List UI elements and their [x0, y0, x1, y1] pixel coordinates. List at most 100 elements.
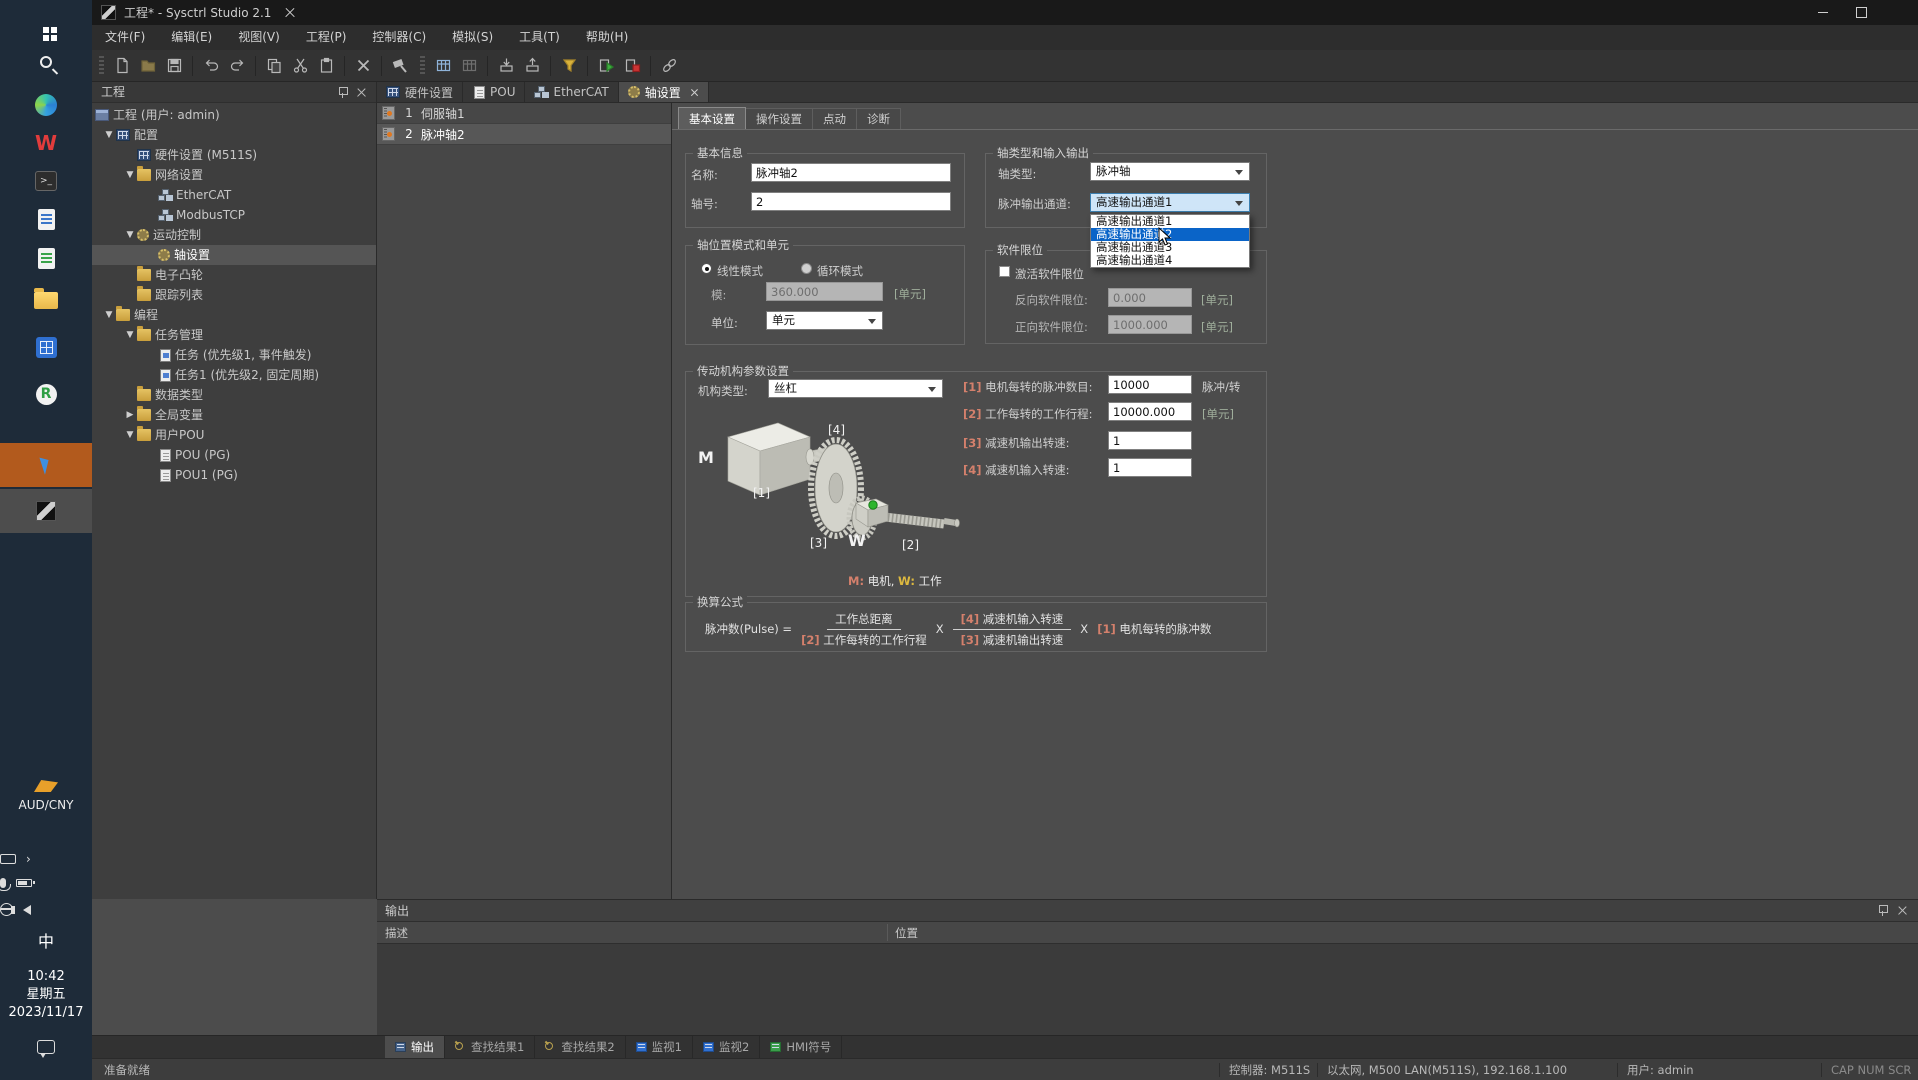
close-icon[interactable]: [1897, 905, 1908, 916]
taskbar-clock[interactable]: 10:42 星期五 2023/11/17: [0, 968, 92, 1022]
menu-item[interactable]: 编辑(E): [158, 25, 225, 50]
column-position[interactable]: 位置: [895, 922, 918, 944]
ime-indicator[interactable]: 中: [0, 928, 92, 952]
menu-item[interactable]: 模拟(S): [439, 25, 506, 50]
tree-item-任务管理[interactable]: ▼ 任务管理: [92, 325, 376, 345]
dock-tab-监视1[interactable]: 监视1: [626, 1036, 693, 1058]
tree-item-运动控制[interactable]: ▼ 运动控制: [92, 225, 376, 245]
menu-item[interactable]: 工具(T): [506, 25, 573, 50]
axis-list-item-脉冲轴2[interactable]: 2 脉冲轴2: [377, 124, 671, 145]
link-button[interactable]: [656, 53, 682, 79]
tree-item-POU[interactable]: POU (PG): [92, 445, 376, 465]
mic-battery-tray[interactable]: [0, 878, 92, 891]
tree-item-数据类型[interactable]: 数据类型: [92, 385, 376, 405]
pointer-app-icon[interactable]: [0, 443, 92, 487]
tree-item-跟踪列表[interactable]: 跟踪列表: [92, 285, 376, 305]
delete-button[interactable]: [350, 53, 376, 79]
search-icon[interactable]: [0, 40, 92, 84]
param-input[interactable]: [1108, 375, 1192, 394]
tree-item-POU1[interactable]: POU1 (PG): [92, 465, 376, 485]
axis-list-item-伺服轴1[interactable]: 1 伺服轴1: [377, 103, 671, 124]
param-input[interactable]: [1108, 431, 1192, 450]
doc-tab-轴设置[interactable]: 轴设置: [618, 82, 709, 102]
linear-mode-radio[interactable]: [701, 263, 712, 274]
settings-tab-基本设置[interactable]: 基本设置: [678, 107, 746, 130]
new-file-button[interactable]: [109, 53, 135, 79]
notes-app-icon[interactable]: [0, 197, 92, 241]
tree-item-任务1[interactable]: 任务1 (优先级2, 固定周期): [92, 365, 376, 385]
sysctrl-app-icon[interactable]: [0, 489, 92, 533]
tree-item-任务[interactable]: 任务 (优先级1, 事件触发): [92, 345, 376, 365]
maximize-button[interactable]: [1842, 0, 1880, 25]
tree-item-编程[interactable]: ▼ 编程: [92, 305, 376, 325]
tree-item-网络设置[interactable]: ▼ 网络设置: [92, 165, 376, 185]
name-input[interactable]: [751, 163, 951, 182]
minimize-button[interactable]: [1804, 0, 1842, 25]
copy-button[interactable]: [261, 53, 287, 79]
expander-icon[interactable]: ▼: [102, 125, 116, 145]
upload-plc-button[interactable]: [519, 53, 545, 79]
dock-tab-输出[interactable]: 输出: [385, 1036, 445, 1058]
settings-tab-点动[interactable]: 点动: [813, 108, 857, 130]
run-button[interactable]: [593, 53, 619, 79]
tree-item-工程[interactable]: 工程 (用户: admin): [92, 105, 376, 125]
tree-item-用户POU[interactable]: ▼ 用户POU: [92, 425, 376, 445]
open-folder-button[interactable]: [135, 53, 161, 79]
menu-item[interactable]: 控制器(C): [359, 25, 439, 50]
network-volume-tray[interactable]: [0, 903, 92, 916]
dropdown-option[interactable]: 高速输出通道4: [1091, 254, 1249, 267]
redo-button[interactable]: [224, 53, 250, 79]
close-icon[interactable]: [356, 87, 367, 98]
doc-tab-EtherCAT[interactable]: EtherCAT: [525, 82, 619, 102]
pin-icon[interactable]: [1877, 905, 1888, 916]
tree-item-硬件设置[interactable]: 硬件设置 (M511S): [92, 145, 376, 165]
build-button[interactable]: [387, 53, 413, 79]
tree-item-ModbusTCP[interactable]: ModbusTCP: [92, 205, 376, 225]
expander-icon[interactable]: ▼: [102, 305, 116, 325]
dock-tab-查找结果2[interactable]: 查找结果2: [535, 1036, 626, 1058]
filter-button[interactable]: [556, 53, 582, 79]
dock-tab-HMI符号[interactable]: HMI符号: [760, 1036, 843, 1058]
param-input[interactable]: [1108, 402, 1192, 421]
mechanism-combo[interactable]: 丝杠: [768, 379, 943, 398]
cyclic-mode-radio[interactable]: [801, 263, 812, 274]
download-plc-button[interactable]: [493, 53, 519, 79]
expander-icon[interactable]: ▼: [123, 425, 137, 445]
currency-widget[interactable]: AUD/CNY: [0, 780, 92, 812]
hw-table2-button[interactable]: [456, 53, 482, 79]
expander-icon[interactable]: ▶: [123, 405, 137, 425]
menu-item[interactable]: 帮助(H): [573, 25, 641, 50]
calculator-app-icon[interactable]: [0, 325, 92, 369]
doc-tab-硬件设置[interactable]: 硬件设置: [377, 82, 464, 102]
r-app-icon[interactable]: R: [0, 372, 92, 416]
menu-item[interactable]: 工程(P): [293, 25, 360, 50]
menu-item[interactable]: 文件(F): [92, 25, 158, 50]
close-button[interactable]: [271, 0, 309, 25]
param-input[interactable]: [1108, 458, 1192, 477]
notification-center[interactable]: [0, 1040, 92, 1058]
column-description[interactable]: 描述: [377, 926, 408, 940]
tree-item-EtherCAT[interactable]: EtherCAT: [92, 185, 376, 205]
expander-icon[interactable]: ▼: [123, 165, 137, 185]
undo-button[interactable]: [198, 53, 224, 79]
pin-icon[interactable]: [337, 87, 348, 98]
settings-tab-诊断[interactable]: 诊断: [857, 108, 901, 130]
stop-button[interactable]: [619, 53, 645, 79]
file-explorer-icon[interactable]: [0, 278, 92, 322]
close-icon[interactable]: [690, 88, 699, 97]
unit-combo[interactable]: 单元: [766, 311, 883, 330]
menu-item[interactable]: 视图(V): [225, 25, 293, 50]
tree-item-配置[interactable]: ▼ 配置: [92, 125, 376, 145]
hw-table-button[interactable]: [430, 53, 456, 79]
axis-type-combo[interactable]: 脉冲轴: [1090, 162, 1250, 181]
settings-tab-操作设置[interactable]: 操作设置: [746, 108, 813, 130]
soft-limit-checkbox[interactable]: [999, 266, 1010, 277]
tree-item-电子凸轮[interactable]: 电子凸轮: [92, 265, 376, 285]
paste-button[interactable]: [313, 53, 339, 79]
doc-tab-POU[interactable]: POU: [463, 82, 526, 102]
expander-icon[interactable]: ▼: [123, 225, 137, 245]
dock-tab-查找结果1[interactable]: 查找结果1: [445, 1036, 536, 1058]
tree-item-轴设置[interactable]: 轴设置: [92, 245, 376, 265]
green-doc-app-icon[interactable]: [0, 236, 92, 280]
tree-item-全局变量[interactable]: ▶ 全局变量: [92, 405, 376, 425]
